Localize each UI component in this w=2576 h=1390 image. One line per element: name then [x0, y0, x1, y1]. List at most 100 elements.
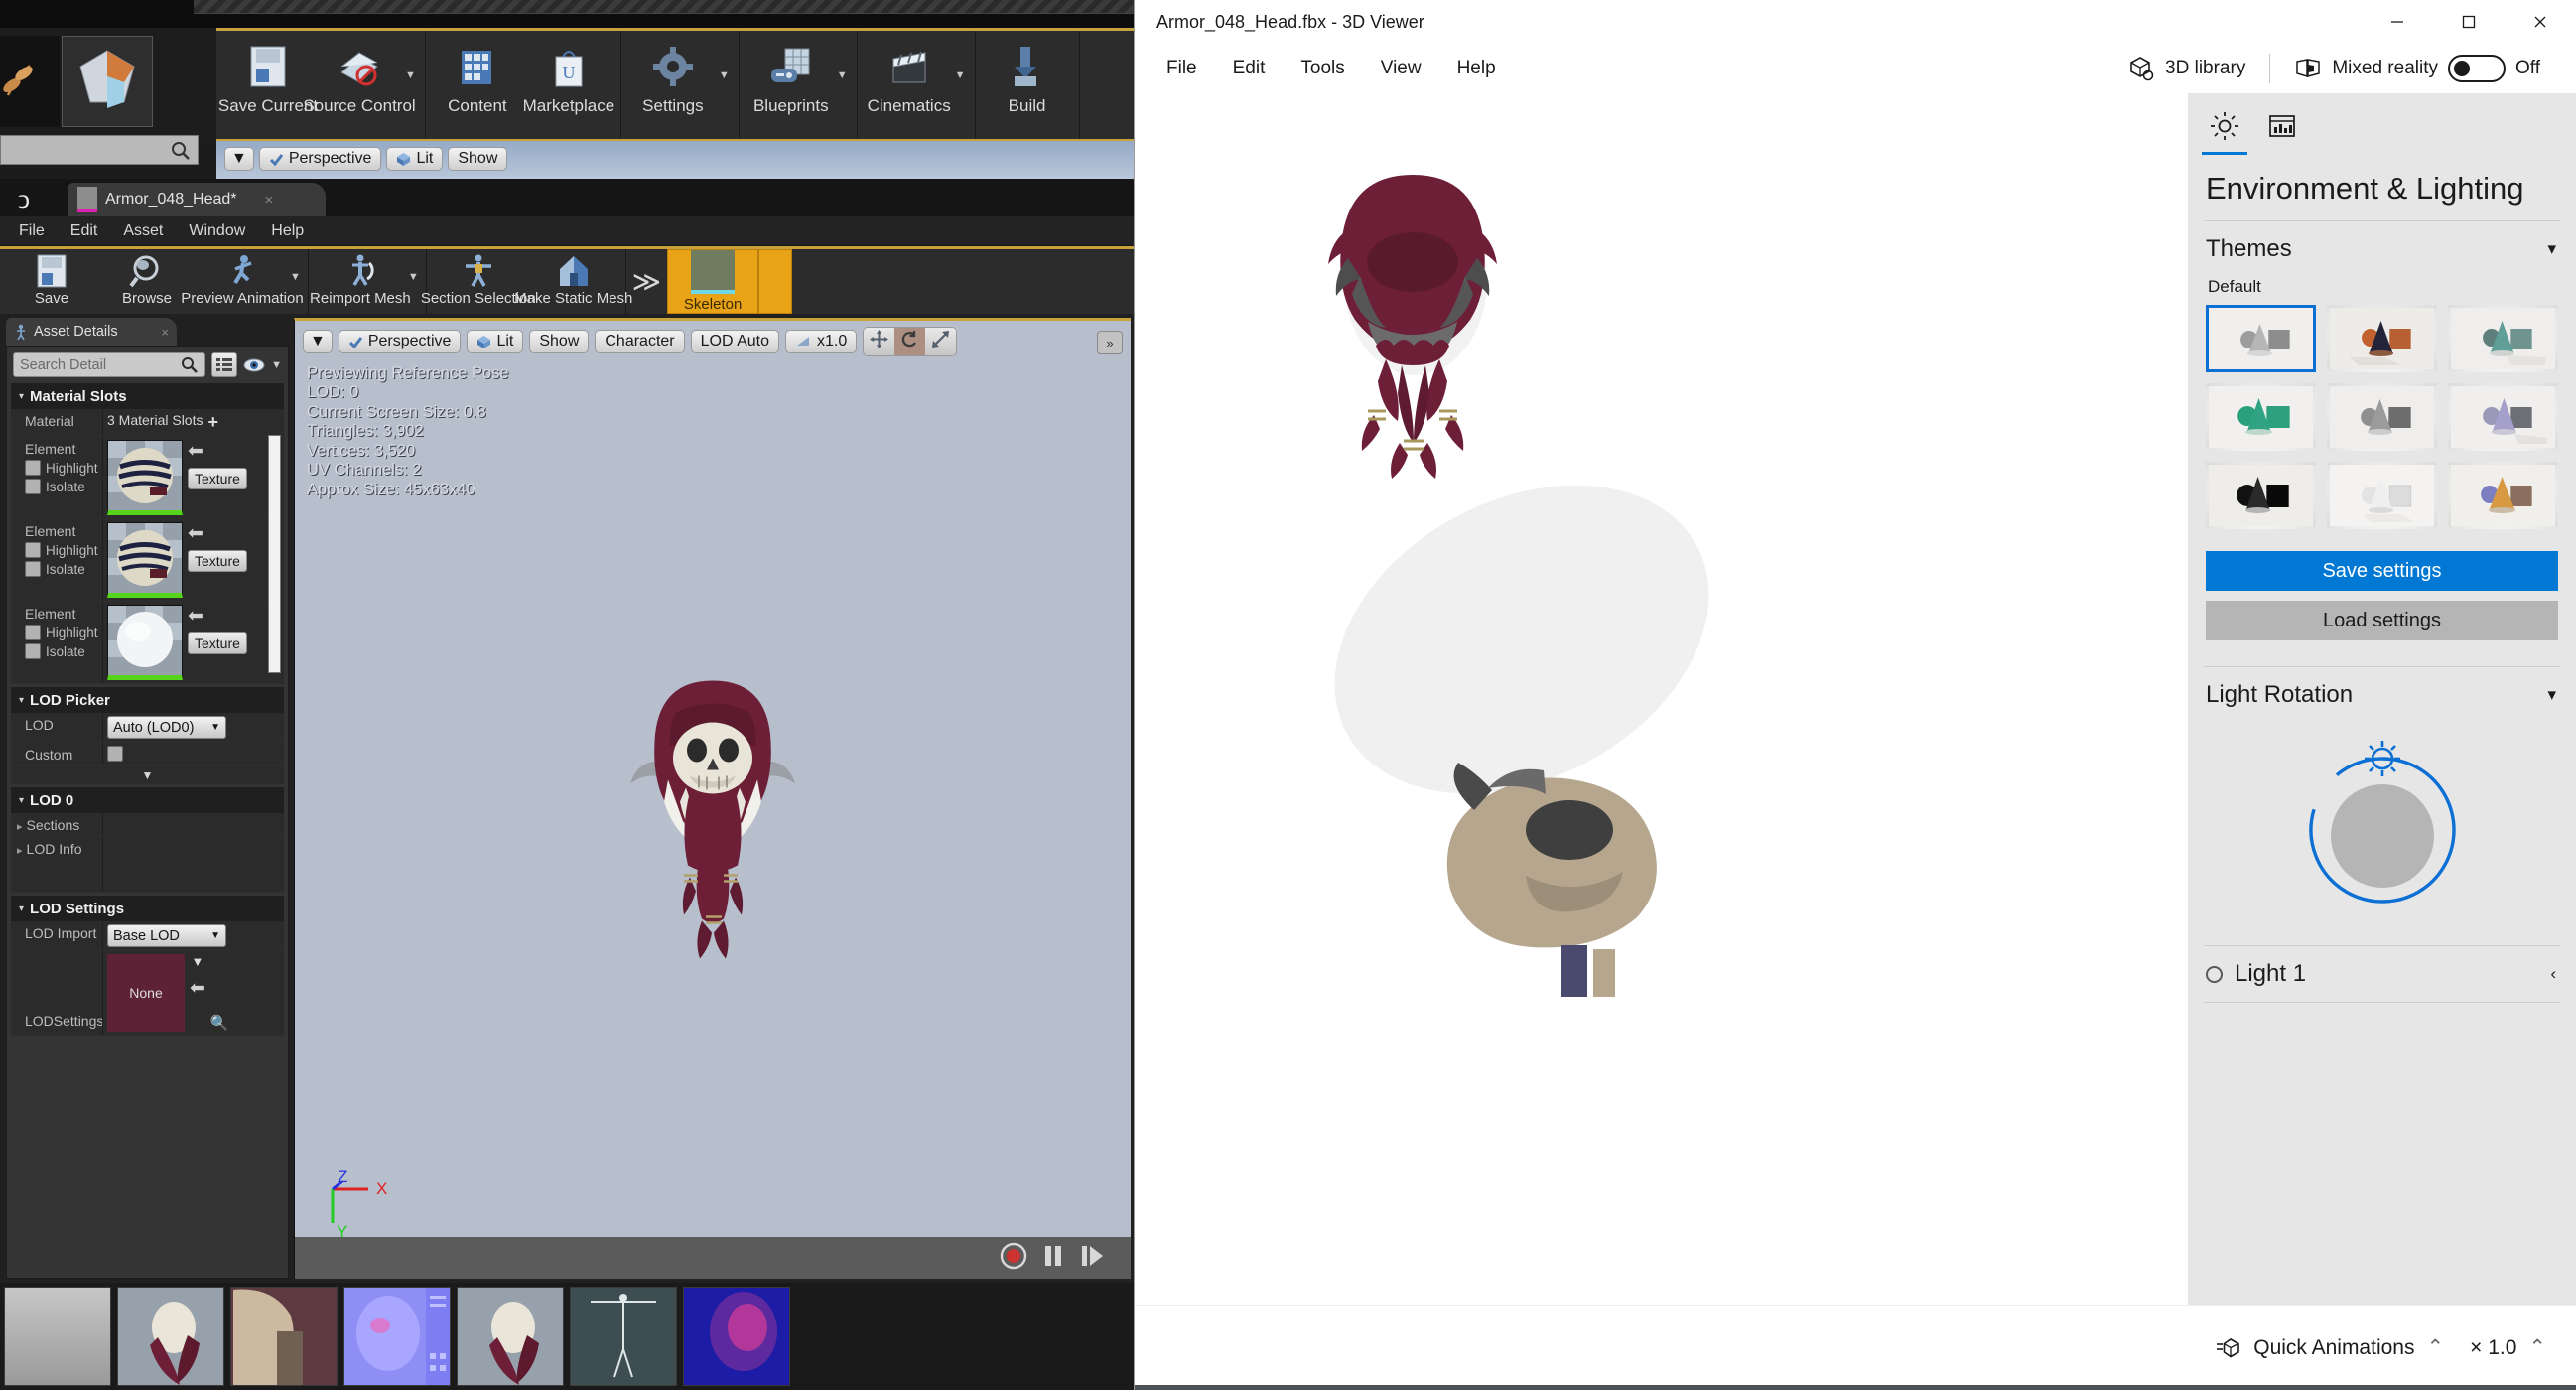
theme-default-gray[interactable] [2206, 305, 2316, 372]
eye-icon[interactable] [243, 354, 265, 376]
ue-asset-save[interactable]: Save [4, 249, 99, 314]
maximize-button[interactable] [2433, 0, 2505, 44]
ue-menu-help[interactable]: Help [260, 219, 315, 243]
ue-toolbar-settings[interactable]: Settings [627, 31, 719, 139]
chevron-down-icon[interactable]: ▼ [837, 70, 851, 101]
section-header[interactable]: ▾ LOD Picker [11, 687, 284, 713]
step-forward-button[interactable] [1079, 1243, 1105, 1274]
model-stage[interactable] [1135, 93, 2188, 1305]
ue-level-vp-show[interactable]: Show [448, 147, 507, 171]
isolate-checkbox[interactable] [25, 561, 41, 577]
search-detail-input[interactable]: Search Detail [13, 352, 205, 377]
theme-sunset-orange[interactable] [2327, 305, 2437, 372]
quick-animations-button[interactable]: Quick Animations ⌃ [2216, 1335, 2444, 1360]
lod-dropdown[interactable]: Auto (LOD0) ▼ [107, 716, 226, 739]
tab-statistics[interactable] [2259, 103, 2305, 155]
ue-toolbar-content[interactable]: Content [432, 31, 523, 139]
viewport-lod-button[interactable]: LOD Auto [691, 330, 779, 353]
browse-asset-icon[interactable]: 🔍 [210, 1014, 229, 1032]
material-thumbnail[interactable] [107, 522, 183, 598]
highlight-checkbox[interactable] [25, 625, 41, 640]
ue-asset-section-selection[interactable]: Section Selection [431, 249, 526, 314]
ue-level-vp-menu[interactable]: ▼ [224, 147, 254, 171]
details-view-options-button[interactable] [211, 352, 237, 377]
ue-asset-preview-animation[interactable]: Preview Animation [195, 249, 290, 314]
record-button[interactable] [1000, 1242, 1027, 1275]
tab-lighting[interactable] [2202, 103, 2247, 155]
cb-asset-1[interactable] [117, 1287, 224, 1386]
lod0-sections-row[interactable]: ▸Sections [11, 813, 284, 837]
mesh-viewport[interactable]: ▼ Perspective Lit Show Character LOD Aut… [294, 318, 1131, 1279]
ue-toolbar-save-current[interactable]: Save Current [222, 31, 314, 139]
translate-mode-icon[interactable] [864, 328, 894, 355]
asset-details-scrollbar[interactable] [268, 435, 281, 673]
expand-arrow-icon[interactable]: ▸ [17, 821, 23, 833]
viewport-show-button[interactable]: Show [529, 330, 589, 353]
ue-toolbar-build[interactable]: Build [982, 31, 1073, 139]
ue-menu-asset[interactable]: Asset [112, 219, 174, 243]
viewport-lit-button[interactable]: Lit [467, 330, 523, 353]
custom-lod-checkbox[interactable] [107, 746, 123, 762]
use-selected-asset-icon[interactable]: ⬅ [188, 605, 247, 627]
cb-asset-5-skeleton[interactable] [570, 1287, 677, 1386]
chevron-down-icon[interactable]: ▼ [955, 70, 969, 101]
lod-picker-expander[interactable]: ▼ [11, 766, 284, 784]
use-selected-asset-icon[interactable]: ⬅ [188, 440, 247, 463]
mixed-reality-control[interactable]: Mixed reality Off [2280, 47, 2554, 90]
viewer-menu-file[interactable]: File [1149, 50, 1215, 87]
chevron-down-icon[interactable]: ▼ [719, 70, 733, 101]
theme-neutral-dim[interactable] [2327, 383, 2437, 451]
viewer-menu-view[interactable]: View [1363, 50, 1439, 87]
chevron-down-icon[interactable]: ▼ [271, 359, 282, 371]
ue-toolbar-source-control[interactable]: Source Control [314, 31, 405, 139]
section-header[interactable]: ▾ LOD 0 [11, 787, 284, 813]
ue-menu-window[interactable]: Window [178, 219, 256, 243]
viewport-options-menu[interactable]: ▼ [303, 330, 333, 353]
material-thumbnail[interactable] [107, 605, 183, 680]
ue-toolbar-marketplace[interactable]: U Marketplace [523, 31, 614, 139]
light-rotation-accordion-header[interactable]: Light Rotation ▾ [2188, 667, 2576, 723]
lod-import-dropdown[interactable]: Base LOD ▼ [107, 924, 226, 947]
use-selected-asset-icon[interactable]: ⬅ [190, 977, 205, 1000]
material-thumbnail[interactable] [107, 440, 183, 515]
ue-asset-make-static-mesh[interactable]: Make Static Mesh [526, 249, 621, 314]
ue-mode-mesh[interactable] [758, 249, 792, 314]
material-name[interactable]: Texture [188, 550, 247, 572]
light-1-radio[interactable] [2206, 966, 2223, 983]
ue-level-vp-perspective[interactable]: Perspective [259, 147, 382, 171]
cb-asset-2[interactable] [230, 1287, 338, 1386]
3d-library-button[interactable]: 3D library [2114, 48, 2259, 90]
theme-emerald[interactable] [2206, 383, 2316, 451]
load-settings-button[interactable]: Load settings [2206, 601, 2558, 640]
cb-asset-0[interactable] [4, 1287, 111, 1386]
viewer-menu-help[interactable]: Help [1439, 50, 1514, 87]
isolate-checkbox[interactable] [25, 479, 41, 494]
expand-arrow-icon[interactable]: ▸ [17, 845, 23, 857]
cb-asset-6[interactable] [683, 1287, 790, 1386]
ue-menu-file[interactable]: File [8, 219, 56, 243]
rotate-mode-icon[interactable] [894, 328, 925, 355]
ue-toolbar-cinematics[interactable]: Cinematics [864, 31, 955, 139]
light-1-row[interactable]: Light 1 ‹ [2188, 946, 2576, 1002]
chevron-left-icon[interactable]: ‹ [2550, 964, 2556, 984]
scale-mode-icon[interactable] [925, 328, 956, 355]
viewport-overflow-button[interactable]: » [1097, 331, 1123, 354]
ue-thumb-mesh[interactable] [62, 36, 153, 127]
section-header[interactable]: ▾ LOD Settings [11, 896, 284, 921]
ue-thumb-foliage[interactable] [0, 36, 60, 127]
theme-lavender[interactable] [2448, 383, 2558, 451]
theme-teal-soft[interactable] [2448, 305, 2558, 372]
theme-bright-white[interactable] [2327, 462, 2437, 529]
ue-mode-skeleton[interactable]: Skeleton [667, 249, 758, 314]
viewport-character-button[interactable]: Character [595, 330, 684, 353]
ue-asset-reimport-mesh[interactable]: Reimport Mesh [313, 249, 408, 314]
use-selected-asset-icon[interactable]: ⬅ [188, 522, 247, 545]
close-icon[interactable]: × [161, 325, 169, 340]
cb-asset-3-normalmap[interactable] [343, 1287, 451, 1386]
lod0-info-row[interactable]: ▸LOD Info [11, 837, 284, 893]
section-header[interactable]: ▾ Material Slots [11, 383, 284, 409]
material-name[interactable]: Texture [188, 632, 247, 654]
ue-toolbar-blueprints[interactable]: Blueprints [746, 31, 837, 139]
light-rotation-dial[interactable] [2263, 737, 2502, 935]
viewer-menu-edit[interactable]: Edit [1215, 50, 1284, 87]
